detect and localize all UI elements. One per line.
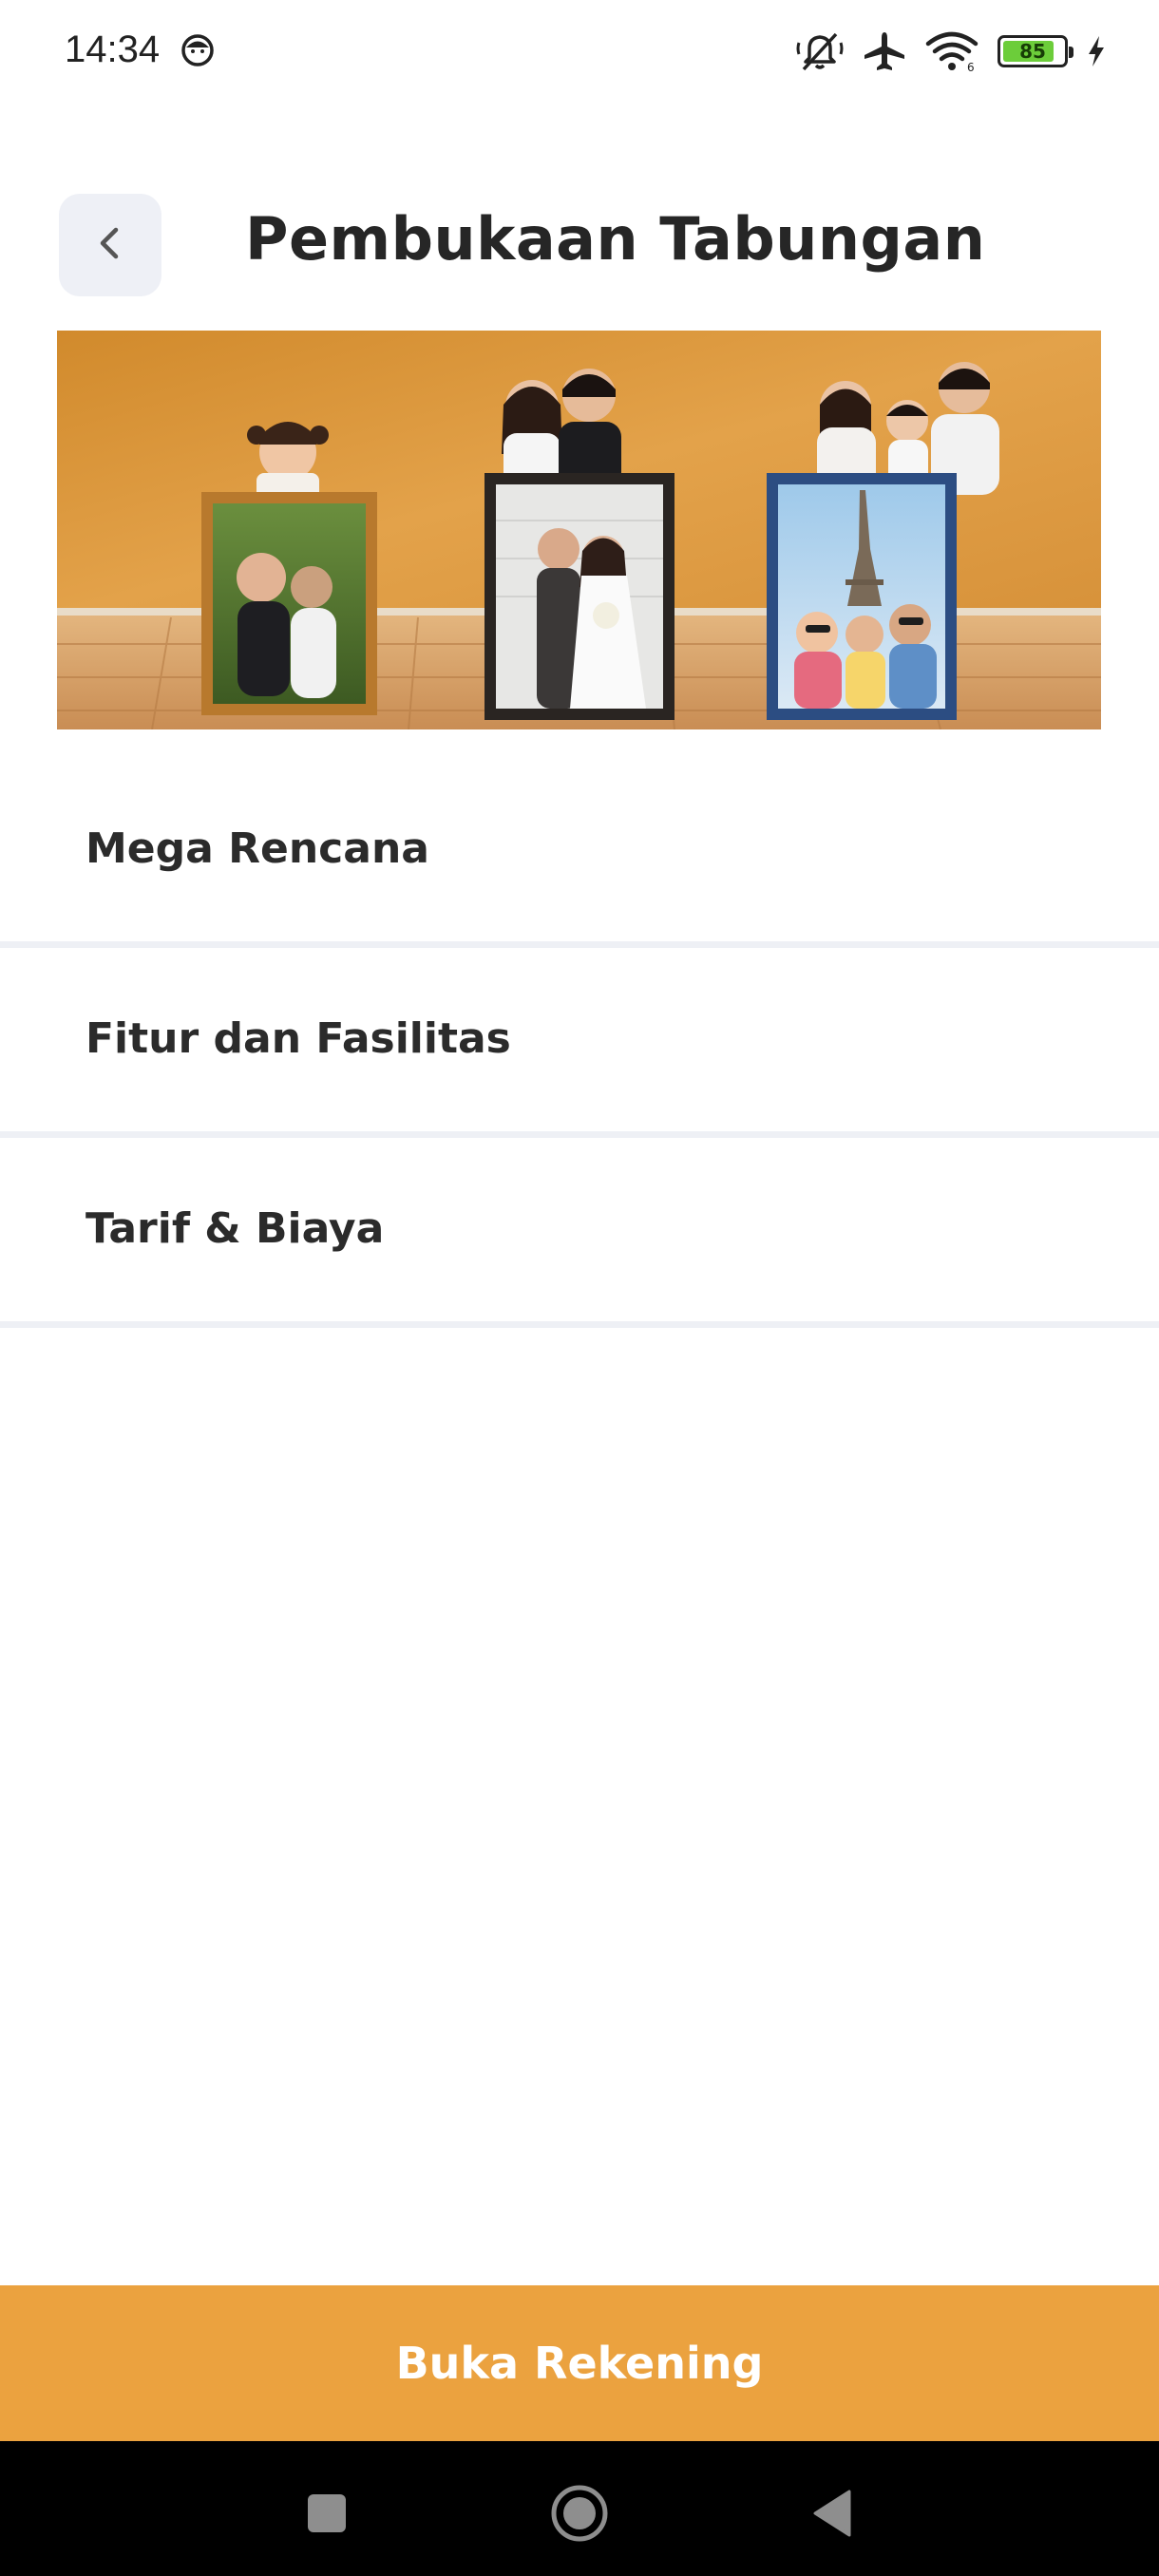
battery-level: 85 [1019, 40, 1046, 63]
page-title: Pembukaan Tabungan [245, 204, 986, 274]
status-bar: 14:34 6 85 [0, 0, 1159, 104]
home-icon[interactable] [542, 2475, 618, 2551]
svg-text:6: 6 [967, 61, 975, 72]
menu-item-label: Tarif & Biaya [86, 1204, 385, 1253]
mute-icon [796, 29, 844, 73]
open-account-button[interactable]: Buka Rekening [0, 2285, 1159, 2441]
menu-item-mega-rencana[interactable]: Mega Rencana [0, 758, 1159, 948]
menu-list: Mega Rencana Fitur dan Fasilitas Tarif &… [0, 758, 1159, 1328]
menu-item-label: Mega Rencana [86, 824, 429, 873]
menu-item-fitur-dan-fasilitas[interactable]: Fitur dan Fasilitas [0, 948, 1159, 1138]
airplane-mode-icon [863, 30, 906, 72]
status-icons: 6 85 [796, 28, 1106, 74]
open-account-label: Buka Rekening [395, 2338, 764, 2389]
recent-apps-icon[interactable] [289, 2475, 365, 2551]
battery-nub [1069, 47, 1074, 58]
menu-item-tarif-biaya[interactable]: Tarif & Biaya [0, 1138, 1159, 1328]
family-photo-frames-banner [57, 331, 1101, 729]
back-button[interactable] [59, 194, 162, 296]
face-notification-icon [180, 33, 215, 67]
menu-item-label: Fitur dan Fasilitas [86, 1014, 511, 1063]
wifi-icon: 6 [925, 30, 978, 72]
back-triangle-icon[interactable] [794, 2475, 870, 2551]
status-time: 14:34 [65, 28, 161, 70]
battery-icon: 85 [998, 35, 1074, 67]
chevron-left-icon [93, 222, 127, 268]
system-nav-bar [0, 2441, 1159, 2576]
charging-icon [1087, 35, 1106, 67]
